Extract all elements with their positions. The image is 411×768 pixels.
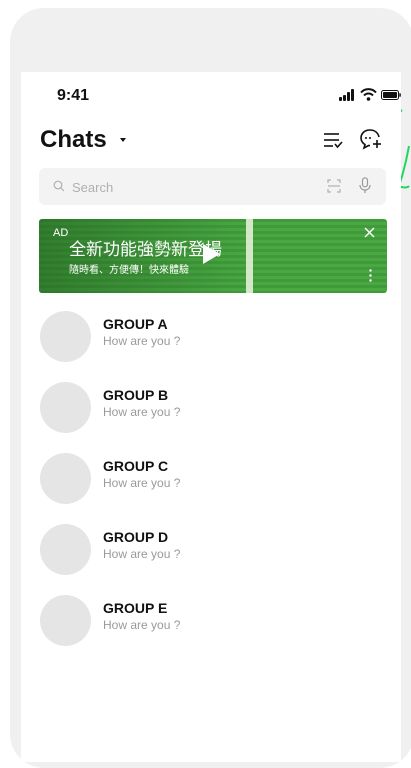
search-input[interactable] <box>70 176 294 198</box>
scan-icon[interactable] <box>327 179 341 193</box>
chat-name: GROUP C <box>103 458 169 474</box>
chat-list-item[interactable]: GROUP D How are you ? <box>21 517 401 588</box>
avatar[interactable] <box>40 524 91 575</box>
avatar[interactable] <box>40 382 91 433</box>
ad-field-line <box>246 219 253 293</box>
chat-list-item[interactable]: GROUP E How are you ? <box>21 588 401 659</box>
chat-name: GROUP E <box>103 600 168 616</box>
avatar[interactable] <box>40 311 91 362</box>
wifi-icon <box>360 88 377 101</box>
chat-list-item[interactable]: GROUP C How are you ? <box>21 446 401 517</box>
sort-icon[interactable] <box>323 131 343 149</box>
chat-list-item[interactable]: GROUP A How are you ? <box>21 304 401 375</box>
mic-icon[interactable] <box>359 177 371 194</box>
close-icon[interactable] <box>364 227 375 238</box>
ad-subline: 隨時看、方便傳！快來體驗 <box>69 265 189 276</box>
chat-name: GROUP D <box>103 529 169 545</box>
status-icons <box>339 88 401 103</box>
chat-preview: How are you ? <box>103 618 181 632</box>
ad-badge: AD <box>53 227 69 239</box>
ad-headline: 全新功能強勢新登場 <box>69 240 222 259</box>
chat-preview: How are you ? <box>103 405 181 419</box>
ad-banner[interactable]: AD 全新功能強勢新登場 隨時看、方便傳！快來體驗 <box>39 219 387 293</box>
battery-icon <box>381 90 401 100</box>
new-chat-icon[interactable] <box>359 128 383 150</box>
chat-name: GROUP B <box>103 387 169 403</box>
chat-preview: How are you ? <box>103 334 181 348</box>
chat-list-item[interactable]: GROUP B How are you ? <box>21 375 401 446</box>
play-icon[interactable] <box>203 244 220 264</box>
signal-icon <box>339 89 356 101</box>
chat-name: GROUP A <box>103 316 168 332</box>
search-bar[interactable] <box>39 168 386 205</box>
search-icon <box>53 180 65 192</box>
chat-list: GROUP A How are you ? GROUP B How are yo… <box>21 304 401 659</box>
page-title[interactable]: Chats <box>40 126 107 154</box>
chat-preview: How are you ? <box>103 547 181 561</box>
app-screen: 9:41 Chats Search AD 全新功能強勢新登場 隨時看、方便傳！快… <box>21 72 401 762</box>
status-bar: 9:41 <box>21 72 401 112</box>
status-time: 9:41 <box>57 87 90 104</box>
chat-preview: How are you ? <box>103 476 181 490</box>
avatar[interactable] <box>40 453 91 504</box>
chevron-down-icon[interactable] <box>120 138 126 142</box>
more-icon[interactable] <box>369 269 372 282</box>
avatar[interactable] <box>40 595 91 646</box>
